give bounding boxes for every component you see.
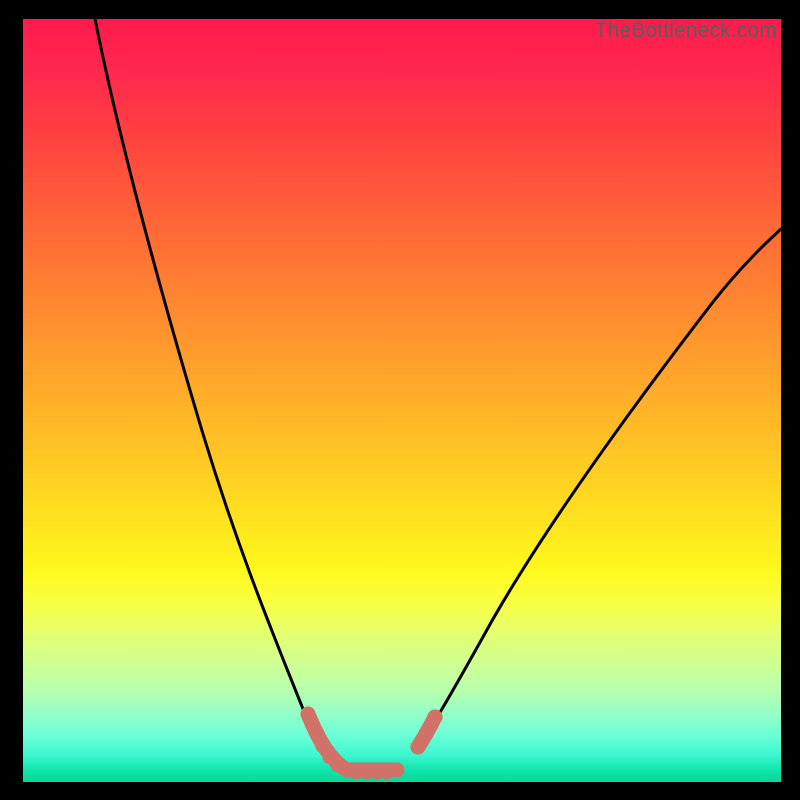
trough-stroke-right — [418, 717, 435, 747]
trough-stroke-left — [308, 714, 347, 770]
curve-left — [95, 19, 326, 749]
bottleneck-curve — [23, 19, 781, 782]
plot-area: TheBottleneck.com — [23, 19, 781, 782]
chart-frame: TheBottleneck.com — [0, 0, 800, 800]
curve-right — [418, 229, 781, 747]
